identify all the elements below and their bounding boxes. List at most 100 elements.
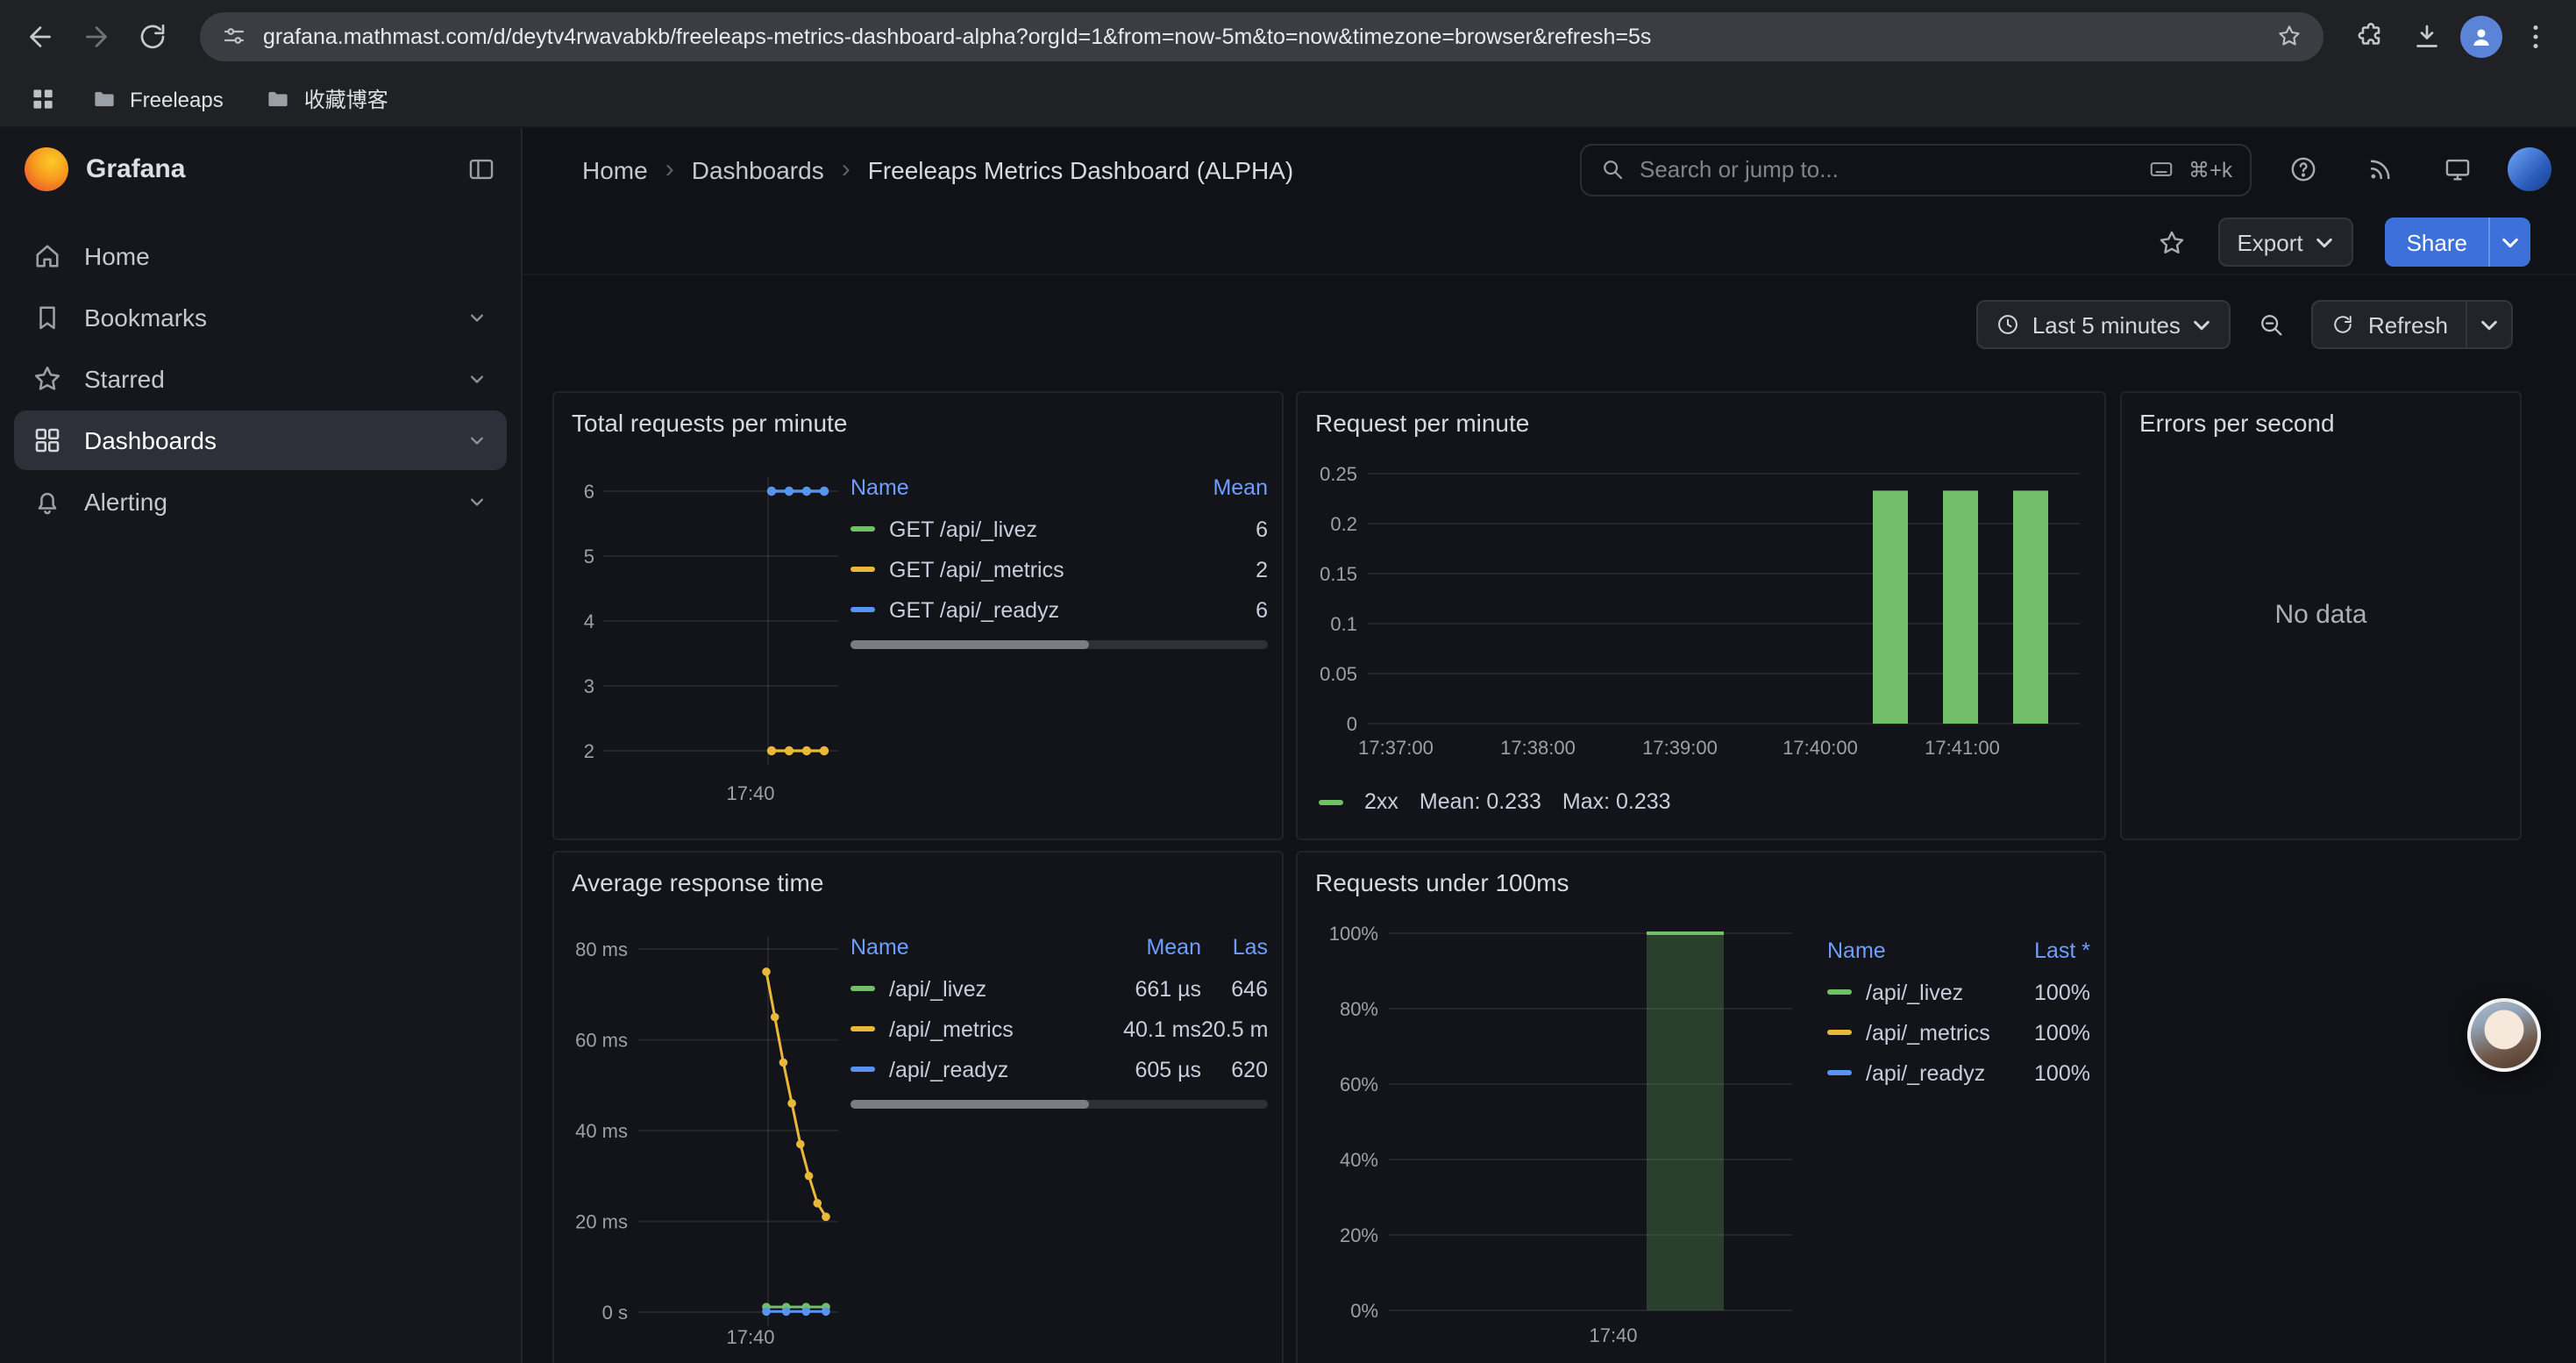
chevron-down-icon[interactable]: [465, 428, 489, 453]
series-name[interactable]: /api/_metrics: [1866, 1020, 2013, 1045]
series-name[interactable]: /api/_readyz: [889, 1057, 1092, 1081]
assistant-avatar[interactable]: [2467, 998, 2541, 1072]
panel-title[interactable]: Errors per second: [2122, 393, 2520, 442]
legend-col-mean[interactable]: Mean: [1191, 475, 1268, 500]
zoom-out-icon: [2258, 310, 2286, 339]
series-name[interactable]: /api/_livez: [1866, 980, 2013, 1004]
sidebar-item-label: Starred: [84, 365, 165, 393]
legend-col-name[interactable]: Name: [850, 935, 1092, 960]
site-info-icon[interactable]: [221, 23, 247, 49]
sidebar-item-bookmarks[interactable]: Bookmarks: [14, 288, 507, 347]
reload-icon[interactable]: [130, 13, 175, 59]
bookmark-blog-folder[interactable]: 收藏博客: [252, 79, 402, 119]
legend-scrollbar[interactable]: [850, 1100, 1268, 1109]
series-name[interactable]: GET /api/_livez: [889, 517, 1191, 541]
legend-row[interactable]: /api/_metrics 40.1 ms 20.5 m: [850, 1009, 1268, 1049]
sidebar-item-alerting[interactable]: Alerting: [14, 472, 507, 532]
svg-text:100%: 100%: [1329, 923, 1378, 945]
panel-title[interactable]: Request per minute: [1298, 393, 2104, 442]
panel-title[interactable]: Total requests per minute: [554, 393, 1282, 442]
series-name[interactable]: GET /api/_readyz: [889, 597, 1191, 622]
favorite-star-icon[interactable]: [2156, 227, 2186, 257]
series-mean: 6: [1191, 517, 1268, 541]
legend-row[interactable]: GET /api/_livez 6: [850, 509, 1268, 549]
legend-row[interactable]: /api/_livez 100%: [1827, 972, 2090, 1012]
share-dropdown-button[interactable]: [2488, 218, 2530, 267]
sidebar-collapse-icon[interactable]: [466, 154, 496, 184]
legend-row[interactable]: /api/_readyz 100%: [1827, 1053, 2090, 1093]
monitor-icon[interactable]: [2430, 143, 2483, 196]
legend-col-name[interactable]: Name: [850, 475, 1191, 500]
legend-scrollbar[interactable]: [850, 640, 1268, 649]
share-button[interactable]: Share: [2386, 218, 2488, 267]
scrollbar-thumb[interactable]: [850, 1100, 1088, 1109]
chevron-down-icon[interactable]: [465, 367, 489, 391]
legend-col-last[interactable]: Last *: [2013, 938, 2090, 963]
refresh-icon: [2331, 312, 2356, 337]
svg-text:17:39:00: 17:39:00: [1642, 737, 1718, 759]
search-input[interactable]: [1640, 156, 2134, 182]
refresh-button[interactable]: Refresh: [2312, 300, 2467, 349]
search-box[interactable]: ⌘+k: [1580, 143, 2252, 196]
sidebar-item-label: Dashboards: [84, 426, 217, 454]
legend-row[interactable]: /api/_readyz 605 µs 620: [850, 1049, 1268, 1089]
browser-menu-icon[interactable]: [2513, 13, 2558, 59]
downloads-icon[interactable]: [2404, 13, 2450, 59]
series-name[interactable]: /api/_readyz: [1866, 1060, 2013, 1085]
legend-col-last[interactable]: Las: [1201, 935, 1268, 960]
svg-text:17:41:00: 17:41:00: [1925, 737, 2000, 759]
chevron-down-icon[interactable]: [465, 305, 489, 330]
zoom-out-button[interactable]: [2245, 300, 2298, 349]
svg-text:17:37:00: 17:37:00: [1358, 737, 1434, 759]
grafana-logo[interactable]: [25, 147, 68, 191]
forward-icon[interactable]: [74, 13, 119, 59]
sidebar-item-dashboards[interactable]: Dashboards: [14, 410, 507, 470]
user-avatar[interactable]: [2508, 147, 2551, 191]
refresh-interval-dropdown[interactable]: [2467, 300, 2513, 349]
legend-col-name[interactable]: Name: [1827, 938, 2013, 963]
legend-col-mean[interactable]: Mean: [1092, 935, 1201, 960]
breadcrumb-home[interactable]: Home: [582, 155, 648, 183]
breadcrumb-dashboards[interactable]: Dashboards: [692, 155, 824, 183]
requests-under-100ms-chart: 100%80%60%40%20%0%17:40: [1312, 902, 1810, 1347]
svg-text:17:40: 17:40: [726, 1326, 774, 1347]
legend-row[interactable]: GET /api/_readyz 6: [850, 589, 1268, 630]
help-icon[interactable]: [2276, 143, 2329, 196]
series-mark: [1319, 799, 1343, 804]
time-range-picker[interactable]: Last 5 minutes: [1976, 300, 2231, 349]
series-name[interactable]: /api/_metrics: [889, 1017, 1092, 1041]
export-button[interactable]: Export: [2217, 218, 2353, 267]
browser-profile-avatar[interactable]: [2460, 15, 2502, 57]
legend-row[interactable]: /api/_livez 661 µs 646: [850, 968, 1268, 1009]
scrollbar-thumb[interactable]: [850, 640, 1088, 649]
series-name[interactable]: GET /api/_metrics: [889, 557, 1191, 582]
chevron-down-icon[interactable]: [465, 489, 489, 514]
apps-grid-icon[interactable]: [21, 78, 63, 120]
panel-title[interactable]: Average response time: [554, 853, 1282, 902]
search-shortcut: ⌘+k: [2188, 157, 2232, 182]
bookmark-icon: [32, 302, 63, 333]
dashboard-header: Home › Dashboards › Freeleaps Metrics Da…: [523, 128, 2576, 211]
svg-text:17:38:00: 17:38:00: [1500, 737, 1576, 759]
chevron-down-icon: [2193, 315, 2212, 334]
svg-text:0%: 0%: [1350, 1300, 1378, 1322]
search-icon: [1599, 156, 1626, 182]
series-name[interactable]: /api/_livez: [889, 976, 1092, 1001]
refresh-label: Refresh: [2368, 311, 2448, 338]
bookmark-star-icon[interactable]: [2276, 23, 2302, 49]
export-label: Export: [2237, 229, 2302, 255]
extensions-icon[interactable]: [2348, 13, 2394, 59]
series-last: 20.5 m: [1201, 1017, 1268, 1041]
svg-text:80 ms: 80 ms: [575, 938, 628, 960]
back-icon[interactable]: [18, 13, 63, 59]
bookmark-freeleaps[interactable]: Freeleaps: [77, 81, 238, 118]
news-rss-icon[interactable]: [2353, 143, 2406, 196]
url-bar[interactable]: grafana.mathmast.com/d/deytv4rwavabkb/fr…: [200, 11, 2323, 61]
sidebar-item-starred[interactable]: Starred: [14, 349, 507, 409]
series-name[interactable]: 2xx: [1364, 789, 1398, 814]
legend-row[interactable]: /api/_metrics 100%: [1827, 1012, 2090, 1053]
legend-row[interactable]: GET /api/_metrics 2: [850, 549, 1268, 589]
sidebar-item-home[interactable]: Home: [14, 226, 507, 286]
panel-title[interactable]: Requests under 100ms: [1298, 853, 2104, 902]
series-mean: 40.1 ms: [1092, 1017, 1201, 1041]
